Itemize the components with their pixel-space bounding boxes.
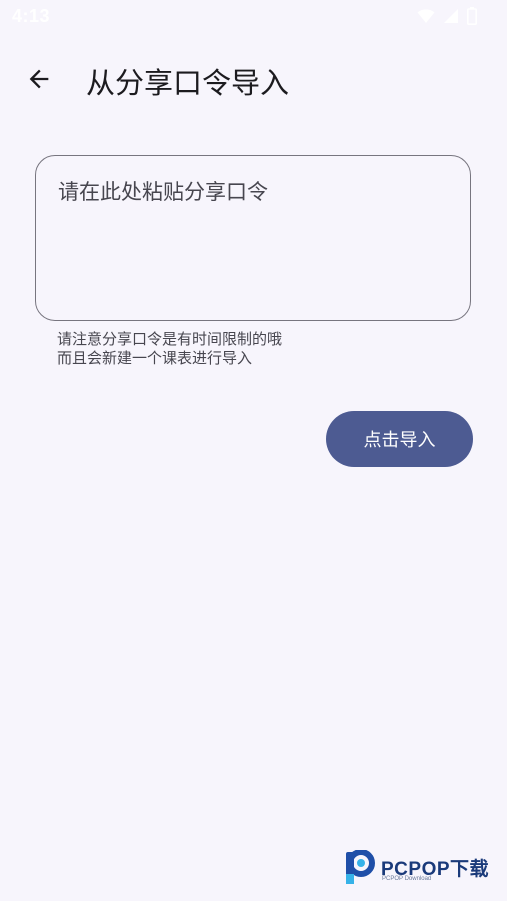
status-time: 4:13 — [12, 6, 51, 26]
screen: 4:13 从分享口令导入 请在此处粘贴分享口令 请注意分享口令是有时间限制的哦 … — [0, 0, 507, 901]
helper-text: 请注意分享口令是有时间限制的哦 而且会新建一个课表进行导入 — [57, 330, 282, 368]
share-code-input[interactable]: 请在此处粘贴分享口令 — [35, 155, 471, 321]
signal-icon — [443, 8, 459, 28]
arrow-back-icon — [25, 65, 53, 97]
pcpop-logo-icon — [344, 849, 378, 886]
back-button[interactable] — [14, 56, 64, 106]
helper-line-2: 而且会新建一个课表进行导入 — [57, 349, 253, 367]
import-button[interactable]: 点击导入 — [326, 411, 473, 467]
watermark: PCPOP下载 PCPOP Download — [344, 849, 504, 890]
share-code-placeholder: 请在此处粘贴分享口令 — [58, 180, 268, 204]
page-title: 从分享口令导入 — [86, 66, 290, 100]
watermark-subtitle: PCPOP Download — [382, 876, 432, 882]
helper-line-1: 请注意分享口令是有时间限制的哦 — [57, 330, 283, 348]
status-icons — [417, 7, 477, 29]
app-bar: 从分享口令导入 — [0, 44, 507, 116]
wifi-icon — [417, 8, 435, 28]
status-bar: 4:13 — [0, 0, 507, 34]
battery-icon — [467, 7, 477, 29]
